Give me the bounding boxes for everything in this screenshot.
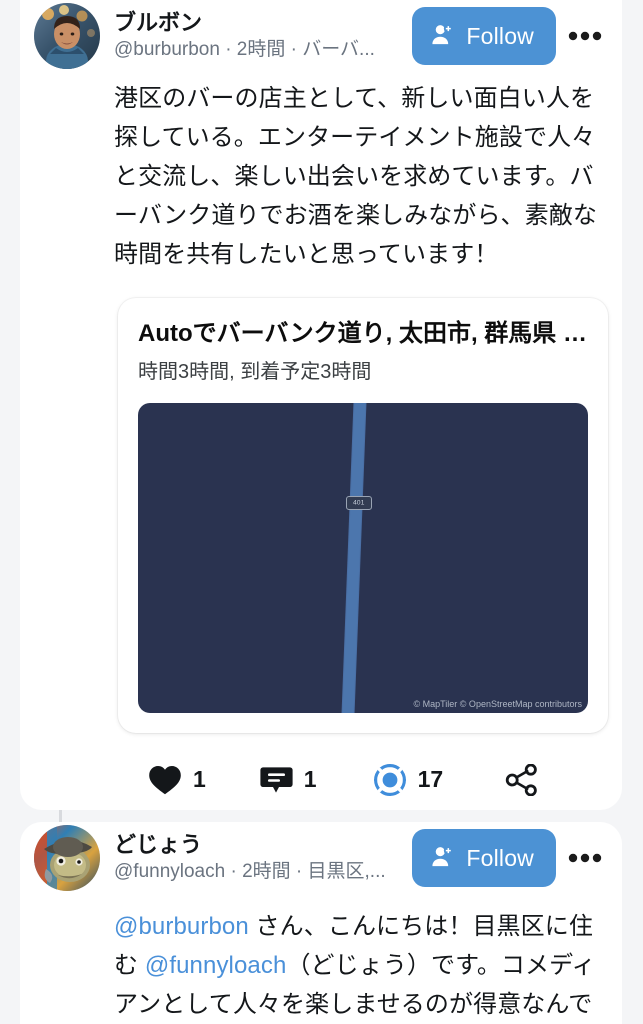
share-button[interactable] xyxy=(505,758,538,802)
comment-count: 1 xyxy=(303,766,317,793)
identity-block: どじょう @funnyloach · 2時間 · 目黒区,... xyxy=(100,831,412,885)
handle-meta-line: @burburbon · 2時間 · バーバ... xyxy=(114,39,375,61)
display-name: ブルボン xyxy=(114,10,203,36)
road-shield-marker: 401 xyxy=(346,495,372,510)
like-count: 1 xyxy=(193,766,206,793)
more-options-button[interactable] xyxy=(562,13,608,59)
post-header: どじょう @funnyloach · 2時間 · 目黒区,... Follow xyxy=(20,822,622,894)
mention-burburbon[interactable]: @burburbon xyxy=(114,913,249,940)
boost-button[interactable]: 17 xyxy=(373,757,444,803)
map-link-card[interactable]: Autoでバーバンク道り, 太田市, 群馬県 37... 時間3時間, 到着予定… xyxy=(118,298,608,733)
avatar-burburbon[interactable] xyxy=(34,3,100,69)
avatar-funnyloach[interactable] xyxy=(34,825,100,891)
map-card-title: Autoでバーバンク道り, 太田市, 群馬県 37... xyxy=(138,320,588,348)
share-icon xyxy=(505,763,537,796)
post-card-funnyloach: どじょう @funnyloach · 2時間 · 目黒区,... Follow … xyxy=(20,822,622,1024)
identity-block: ブルボン @burburbon · 2時間 · バーバ... xyxy=(100,9,412,63)
boost-count: 17 xyxy=(417,766,444,793)
post-body-text: 港区のバーの店主として、新しい面白い人を探している。エンターテイメント施設で人々… xyxy=(114,85,597,268)
more-horizontal-icon xyxy=(568,853,602,863)
like-button[interactable]: 1 xyxy=(148,758,206,802)
post-header: ブルボン @burburbon · 2時間 · バーバ... Follow xyxy=(20,0,622,72)
comment-icon xyxy=(260,767,293,793)
heart-icon xyxy=(149,765,181,794)
follow-button-label: Follow xyxy=(466,22,534,49)
map-card-subtitle: 時間3時間, 到着予定3時間 xyxy=(138,360,372,383)
mention-funnyloach[interactable]: @funnyloach xyxy=(145,952,287,979)
person-add-icon xyxy=(432,846,454,867)
map-attribution[interactable]: © MapTiler © OpenStreetMap contributors xyxy=(409,698,586,712)
more-options-button[interactable] xyxy=(562,835,608,881)
post-action-bar: 1 1 17 xyxy=(20,733,622,803)
map-preview-image[interactable]: 401 © MapTiler © OpenStreetMap contribut… xyxy=(138,402,588,713)
follow-button-label: Follow xyxy=(466,844,534,871)
post-body-text: @burburbon さん、こんにちは！目黒区に住む @funnyloach（ど… xyxy=(20,894,622,1024)
road-shield-label: 401 xyxy=(353,498,365,506)
handle-meta-line: @funnyloach · 2時間 · 目黒区,... xyxy=(114,861,386,883)
follow-button[interactable]: Follow xyxy=(412,829,556,887)
more-horizontal-icon xyxy=(568,31,602,41)
comment-button[interactable]: 1 xyxy=(260,757,317,802)
display-name: どじょう xyxy=(114,832,203,858)
map-route-line xyxy=(340,402,367,713)
post-card-burburbon: ブルボン @burburbon · 2時間 · バーバ... Follow 港区… xyxy=(20,0,622,810)
person-add-icon xyxy=(432,24,454,45)
boost-icon xyxy=(373,763,406,796)
follow-button[interactable]: Follow xyxy=(412,7,556,65)
